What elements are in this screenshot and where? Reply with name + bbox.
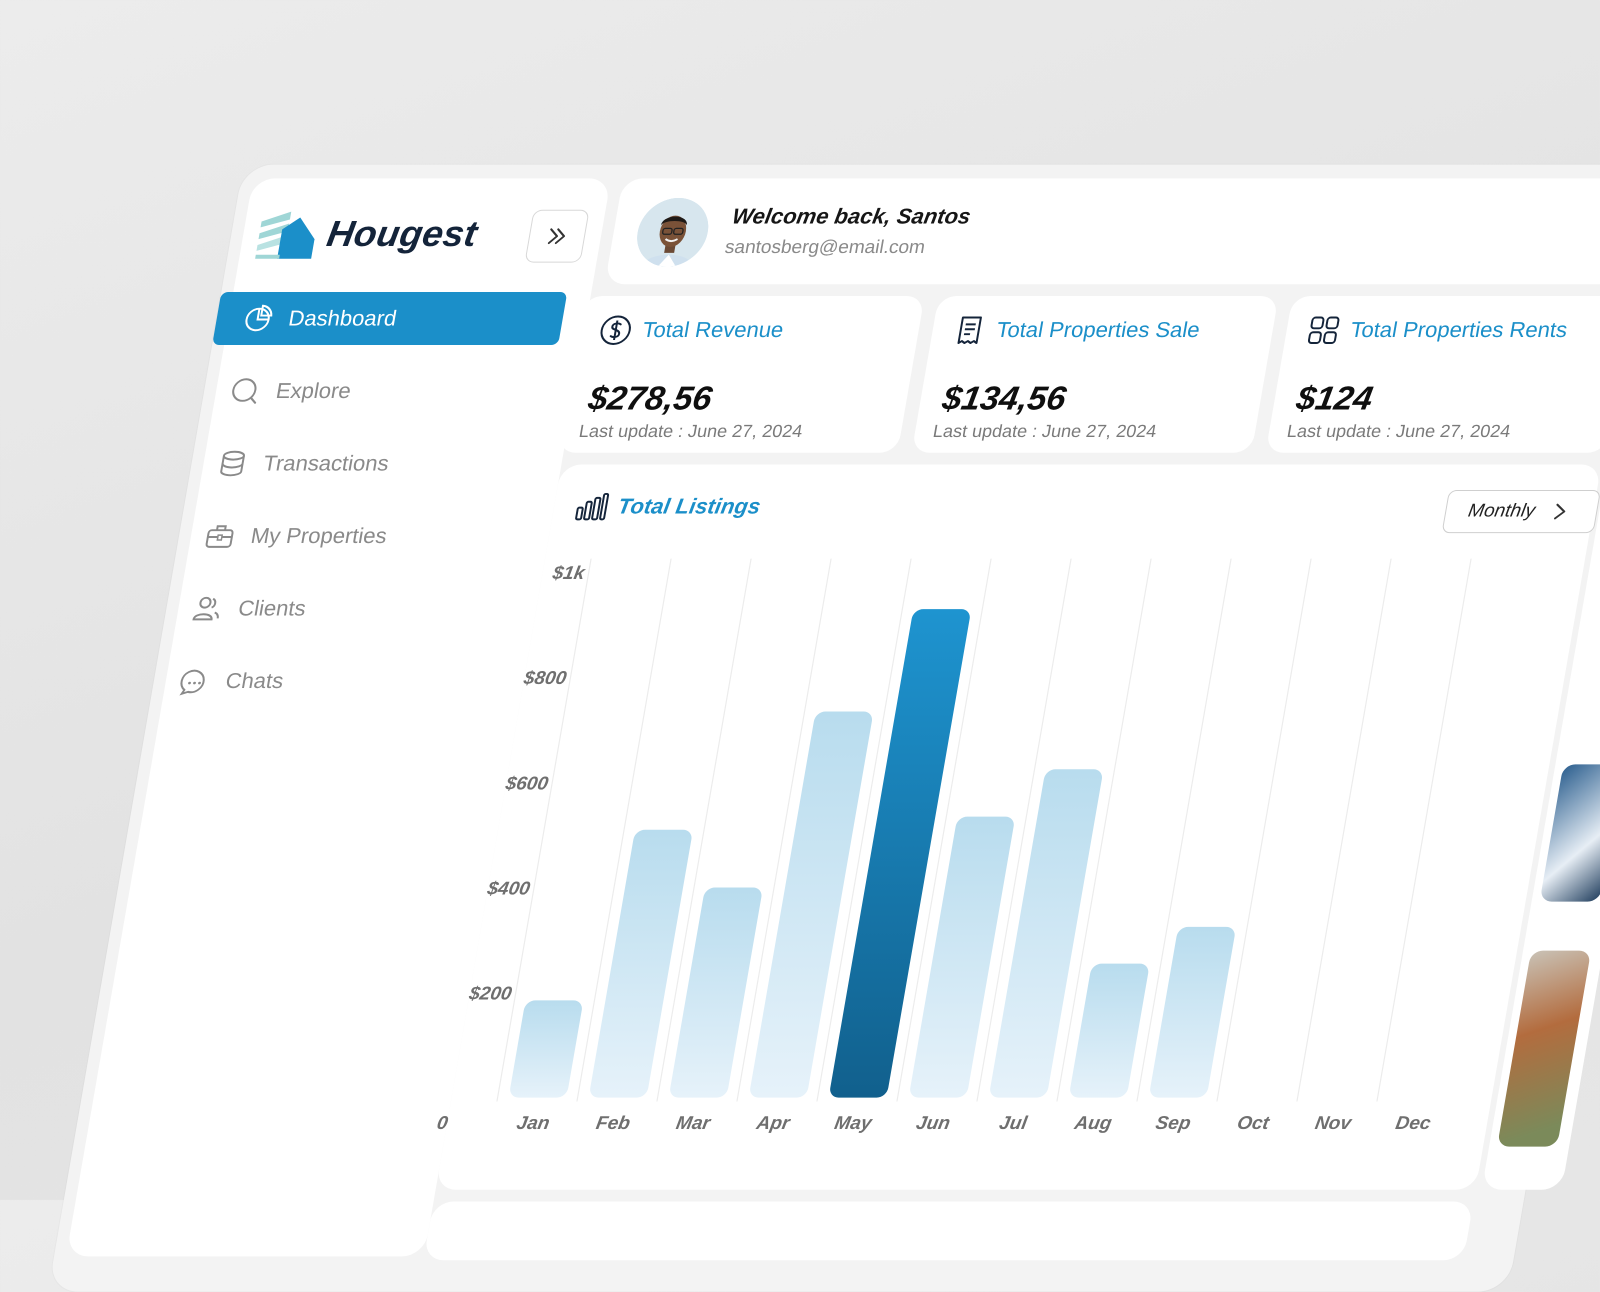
y-tick-label: $400	[485, 879, 532, 900]
x-tick-label: Apr	[754, 1113, 793, 1134]
x-tick-label: May	[833, 1113, 875, 1134]
x-tick-label: Aug	[1072, 1113, 1114, 1134]
total-listings-chart: 0 $200 $400 $600 $800 $1k Jan Feb Mar Apr May Jun J…	[435, 558, 1552, 1134]
x-tick-label: Mar	[674, 1113, 713, 1134]
grid-line	[1376, 558, 1472, 1102]
bottom-card	[423, 1201, 1474, 1261]
bar-sep[interactable]	[1149, 926, 1237, 1098]
bar-mar[interactable]	[669, 887, 763, 1098]
x-tick-label: Feb	[594, 1113, 632, 1134]
x-tick-label: Jan	[515, 1113, 551, 1134]
y-tick-label: $1k	[550, 563, 588, 584]
x-tick-label: Jul	[998, 1113, 1030, 1134]
y-tick-label: $200	[467, 984, 514, 1005]
grid-line	[1296, 558, 1392, 1102]
x-tick-label: Dec	[1394, 1113, 1433, 1134]
bar-aug[interactable]	[1069, 963, 1150, 1098]
y-tick-label: $600	[503, 774, 550, 795]
x-tick-label: Oct	[1235, 1113, 1271, 1134]
x-tick-label: Nov	[1313, 1113, 1354, 1134]
bar-jan[interactable]	[509, 1000, 584, 1098]
grid-line	[1216, 558, 1312, 1102]
chevron-right-icon	[1553, 503, 1565, 520]
y-tick-label: 0	[435, 1113, 450, 1134]
x-tick-label: Jun	[914, 1113, 951, 1134]
x-tick-label: Sep	[1154, 1113, 1192, 1134]
y-tick-label: $800	[521, 669, 568, 690]
